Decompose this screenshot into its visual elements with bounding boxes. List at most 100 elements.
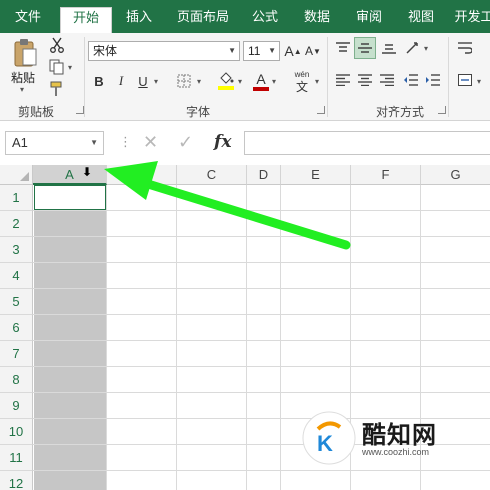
- grid-line: [33, 210, 490, 211]
- shrink-font-button[interactable]: A ▼: [305, 41, 321, 61]
- column-header-b[interactable]: B: [107, 165, 177, 185]
- decrease-indent-button[interactable]: [402, 71, 420, 89]
- group-divider: [448, 37, 449, 117]
- phonetic-guide-button[interactable]: wén 文: [290, 67, 314, 95]
- row-header[interactable]: 8: [0, 367, 33, 393]
- font-color-button[interactable]: A: [252, 69, 270, 93]
- group-divider: [84, 37, 85, 117]
- row-header[interactable]: 12: [0, 471, 33, 490]
- tab-developer[interactable]: 开发工: [454, 7, 490, 33]
- middle-align-button[interactable]: [354, 37, 376, 59]
- phonetic-dropdown-icon[interactable]: ▾: [315, 77, 319, 86]
- tab-formulas[interactable]: 公式: [244, 7, 286, 33]
- align-right-icon: [380, 74, 394, 86]
- column-header-c[interactable]: C: [177, 165, 247, 185]
- decrease-indent-icon: [404, 74, 418, 86]
- fill-color-dropdown-icon[interactable]: ▾: [238, 77, 242, 86]
- merge-center-button[interactable]: [456, 71, 474, 89]
- svg-text:K: K: [317, 431, 333, 456]
- borders-dropdown-icon[interactable]: ▾: [197, 77, 201, 86]
- group-divider: [327, 37, 328, 117]
- align-right-button[interactable]: [378, 71, 396, 89]
- grid-line: [33, 288, 490, 289]
- formula-input[interactable]: [244, 131, 490, 155]
- align-left-button[interactable]: [334, 71, 352, 89]
- paste-button[interactable]: [8, 37, 42, 69]
- font-launcher-icon[interactable]: [317, 106, 325, 114]
- row-header[interactable]: 2: [0, 211, 33, 237]
- bold-button[interactable]: B: [90, 71, 108, 91]
- name-box[interactable]: A1 ▼: [5, 131, 104, 155]
- grid-line: [33, 236, 490, 237]
- active-cell[interactable]: [34, 185, 106, 210]
- bottom-align-button[interactable]: [380, 39, 398, 57]
- watermark-url: www.coozhi.com: [362, 447, 430, 457]
- select-all-button[interactable]: [0, 165, 33, 185]
- column-header-g[interactable]: G: [421, 165, 490, 185]
- insert-function-button[interactable]: fx: [214, 132, 231, 152]
- watermark-logo-icon: K: [302, 411, 356, 465]
- paste-dropdown-icon[interactable]: ▾: [20, 85, 24, 94]
- copy-icon: [49, 59, 64, 75]
- alignment-group-label: 对齐方式: [376, 105, 425, 119]
- tab-insert[interactable]: 插入: [118, 7, 160, 33]
- font-size-select[interactable]: 11 ▼: [243, 41, 280, 61]
- top-align-button[interactable]: [334, 39, 352, 57]
- column-header-d[interactable]: D: [247, 165, 281, 185]
- tab-page-layout[interactable]: 页面布局: [170, 7, 236, 33]
- grid-line: [33, 470, 490, 471]
- fill-color-button[interactable]: [216, 69, 236, 93]
- tab-file[interactable]: 文件: [0, 0, 56, 33]
- copy-button[interactable]: [48, 58, 66, 76]
- align-bottom-icon: [382, 44, 396, 54]
- tab-data[interactable]: 数据: [296, 7, 338, 33]
- cancel-entry-button[interactable]: ✕: [143, 132, 158, 153]
- row-header[interactable]: 4: [0, 263, 33, 289]
- row-header[interactable]: 3: [0, 237, 33, 263]
- row-header[interactable]: 6: [0, 315, 33, 341]
- row-header[interactable]: 1: [0, 185, 33, 211]
- cut-button[interactable]: [48, 36, 66, 54]
- wrap-text-button[interactable]: [456, 39, 474, 57]
- grow-font-button[interactable]: A ▲: [284, 41, 301, 61]
- orientation-button[interactable]: [404, 39, 422, 57]
- align-middle-icon: [358, 43, 372, 53]
- column-select-cursor-icon: ⬇: [82, 165, 93, 179]
- italic-button[interactable]: I: [112, 71, 130, 91]
- font-color-swatch: [253, 87, 269, 91]
- font-name-select[interactable]: 宋体 ▼: [88, 41, 240, 61]
- merge-dropdown-icon[interactable]: ▾: [477, 77, 481, 86]
- alignment-launcher-icon[interactable]: [438, 106, 446, 114]
- tab-view[interactable]: 视图: [400, 7, 442, 33]
- font-color-dropdown-icon[interactable]: ▾: [272, 77, 276, 86]
- column-header-a[interactable]: A: [33, 165, 107, 185]
- ribbon-tab-bar: 文件 开始 插入 页面布局 公式 数据 审阅 视图 开发工: [0, 0, 490, 33]
- underline-button[interactable]: U: [134, 71, 152, 91]
- confirm-entry-button[interactable]: ✓: [178, 132, 193, 153]
- align-center-button[interactable]: [356, 71, 374, 89]
- row-header[interactable]: 10: [0, 419, 33, 445]
- tab-review[interactable]: 审阅: [348, 7, 390, 33]
- underline-dropdown-icon[interactable]: ▾: [154, 77, 158, 86]
- grid-line: [33, 392, 490, 393]
- row-header[interactable]: 11: [0, 445, 33, 471]
- font-group-label: 字体: [186, 105, 211, 119]
- orientation-dropdown-icon[interactable]: ▾: [424, 44, 428, 53]
- chevron-down-icon: ▼: [268, 46, 276, 55]
- font-color-icon: A: [256, 71, 266, 87]
- format-painter-button[interactable]: [48, 80, 66, 98]
- row-header[interactable]: 5: [0, 289, 33, 315]
- clipboard-launcher-icon[interactable]: [76, 106, 84, 114]
- grid-line: [33, 262, 490, 263]
- borders-button[interactable]: [174, 71, 194, 91]
- font-size-value: 11: [248, 44, 261, 58]
- row-header[interactable]: 9: [0, 393, 33, 419]
- increase-indent-button[interactable]: [424, 71, 442, 89]
- tab-home[interactable]: 开始: [60, 7, 112, 33]
- copy-dropdown-icon[interactable]: ▾: [68, 63, 72, 72]
- column-header-e[interactable]: E: [281, 165, 351, 185]
- row-header[interactable]: 7: [0, 341, 33, 367]
- column-header-f[interactable]: F: [351, 165, 421, 185]
- chevron-down-icon: ▼: [228, 46, 236, 55]
- border-icon: [177, 74, 191, 88]
